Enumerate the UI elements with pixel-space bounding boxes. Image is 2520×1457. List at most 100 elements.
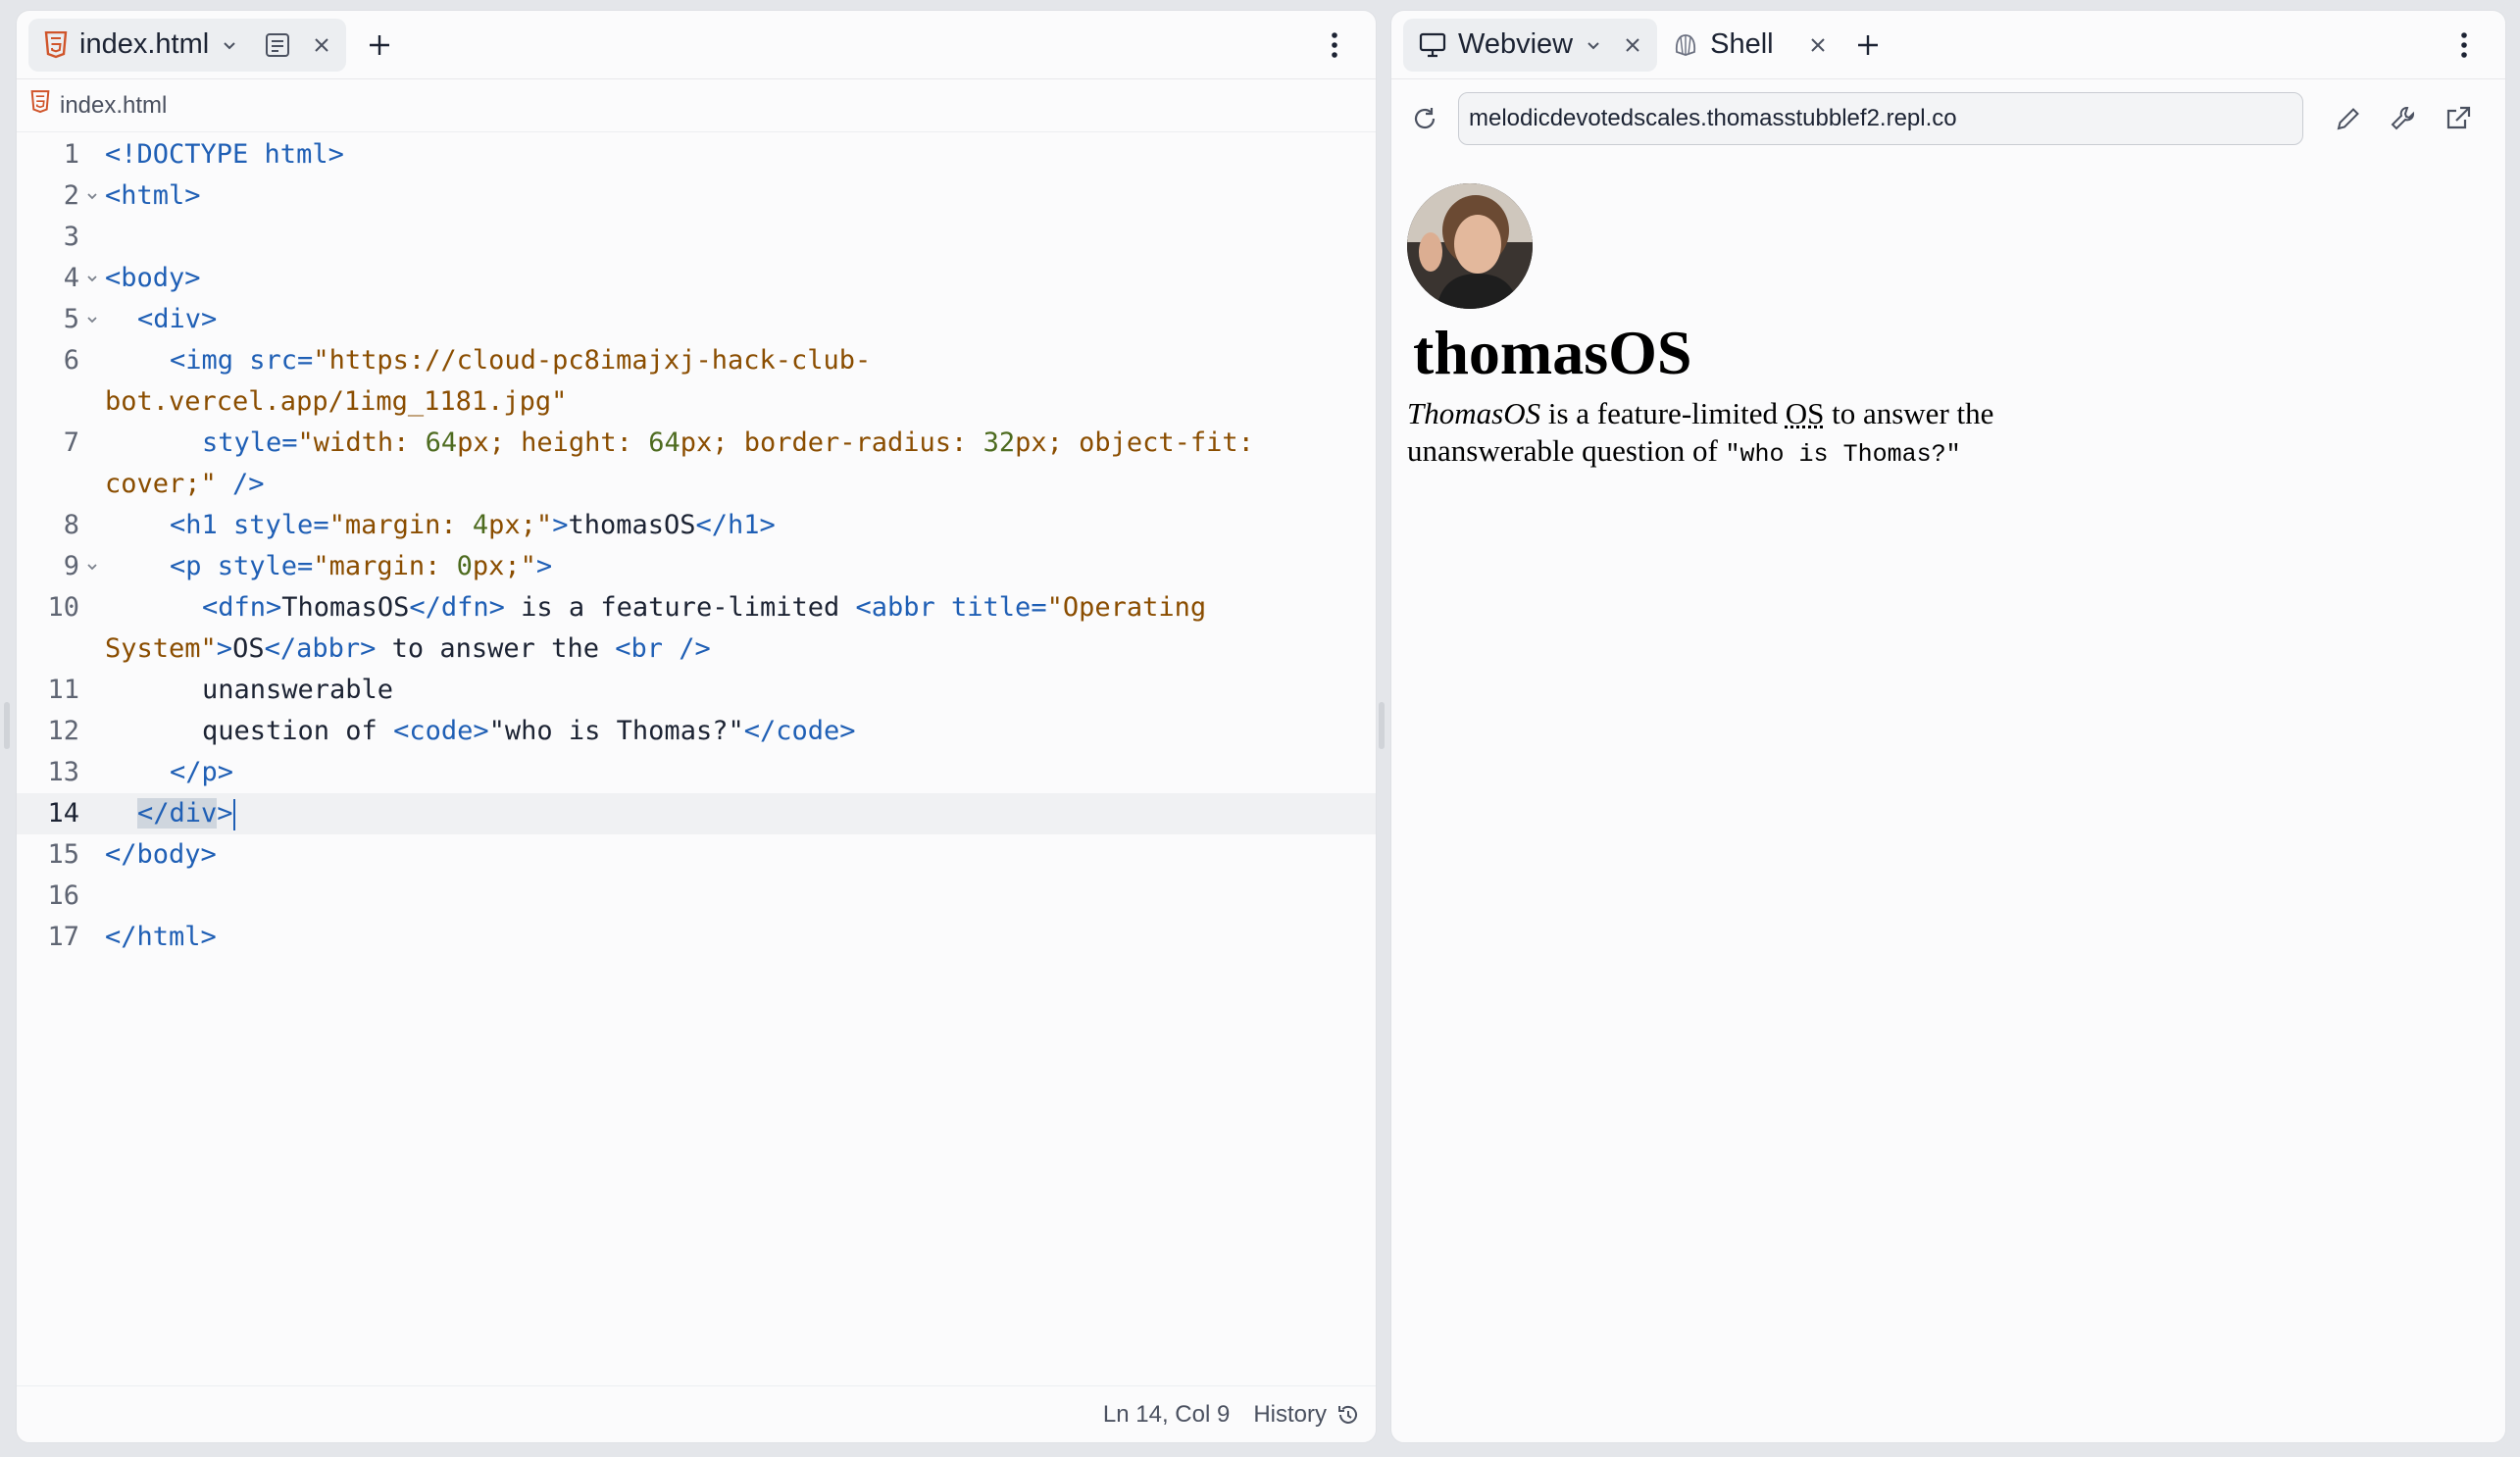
code-token: unanswerable	[202, 675, 394, 705]
line-number: 15	[47, 839, 79, 870]
webview-pane: Webview Shell melodicdevotedscales.thoma…	[1390, 10, 2506, 1443]
code-token: ; object-fit:	[1046, 427, 1254, 458]
tab-label: index.html	[79, 28, 210, 60]
code-token: bot.vercel.app/1img_1181.jpg"	[105, 386, 568, 417]
code-token: ;"	[520, 510, 553, 540]
fold-chevron-icon[interactable]	[85, 546, 99, 587]
code-token: 32	[983, 427, 1016, 458]
history-button[interactable]: History	[1253, 1401, 1360, 1429]
line-number: 1	[63, 139, 79, 170]
code-token: question of	[202, 716, 394, 746]
code-line: <html>	[105, 176, 1356, 217]
breadcrumb[interactable]: index.html	[17, 79, 1376, 132]
code-line: <body>	[105, 258, 1356, 299]
tab-index-html[interactable]: index.html	[28, 18, 347, 72]
code-line: <!DOCTYPE html>	[105, 134, 1356, 176]
pencil-icon[interactable]	[2329, 99, 2368, 138]
code-token: <br />	[615, 633, 711, 664]
tab-label: Webview	[1458, 28, 1574, 60]
code-token: </p>	[170, 757, 234, 787]
code-line: style="width: 64px; height: 64px; border…	[105, 423, 1356, 464]
site-title: thomasOS	[1413, 318, 1692, 387]
chevron-down-icon[interactable]	[1585, 36, 1602, 54]
code-line-wrap: bot.vercel.app/1img_1181.jpg"	[105, 381, 1356, 423]
close-icon[interactable]	[1809, 36, 1827, 54]
code-token: <html>	[105, 180, 201, 211]
code-token: <body>	[105, 263, 201, 293]
code-token: <h1	[170, 510, 218, 540]
more-vertical-icon[interactable]	[2444, 25, 2484, 65]
code-token: to answer the	[376, 633, 616, 664]
code-token: >	[217, 798, 233, 829]
code-line-wrap: cover;" />	[105, 464, 1356, 505]
tab-label: Shell	[1710, 28, 1774, 60]
fold-chevron-icon[interactable]	[85, 299, 99, 340]
code-token: System"	[105, 633, 217, 664]
line-number: 17	[47, 922, 79, 952]
history-icon	[1336, 1403, 1360, 1427]
code-token: >	[216, 633, 233, 664]
code-token: px	[680, 427, 713, 458]
code-token: style=	[217, 510, 329, 540]
more-vertical-icon[interactable]	[1315, 25, 1354, 65]
code-token: cover;"	[105, 469, 217, 499]
chevron-down-icon[interactable]	[221, 36, 238, 54]
code-line: </html>	[105, 917, 1356, 958]
code-token: </html>	[105, 922, 217, 952]
fold-chevron-icon[interactable]	[85, 176, 99, 217]
code-token: is a feature-limited	[504, 592, 856, 623]
shell-icon	[1673, 32, 1698, 58]
code-token: <abbr	[855, 592, 935, 623]
add-tab-icon[interactable]	[1848, 25, 1888, 65]
webview-tabbar: Webview Shell	[1391, 11, 2505, 79]
site-text: is a feature-limited	[1540, 396, 1786, 430]
tab-shell[interactable]: Shell	[1657, 19, 1842, 72]
code-token: <div>	[137, 304, 218, 334]
code-token: >	[535, 551, 553, 581]
avatar	[1407, 183, 1533, 309]
external-link-icon[interactable]	[2439, 99, 2478, 138]
left-resize-handle[interactable]	[4, 702, 10, 749]
site-dfn: ThomasOS	[1407, 396, 1541, 430]
line-number: 13	[47, 757, 79, 787]
code-line: </p>	[105, 752, 1356, 793]
code-token: px	[1015, 427, 1047, 458]
add-tab-icon[interactable]	[360, 25, 399, 65]
code-token: px	[472, 551, 505, 581]
close-icon[interactable]	[1624, 36, 1641, 54]
webview-urlbar	[1391, 79, 2505, 158]
site-text: unanswerable question of	[1407, 433, 1726, 468]
code-token: <dfn>	[202, 592, 282, 623]
code-token: ; border-radius:	[712, 427, 983, 458]
tab-webview[interactable]: Webview	[1403, 18, 1658, 72]
wrench-icon[interactable]	[2384, 99, 2423, 138]
code-token: />	[216, 469, 265, 499]
document-outline-icon[interactable]	[264, 31, 291, 59]
cursor-position[interactable]: Ln 14, Col 9	[1103, 1401, 1230, 1429]
code-token: 64	[425, 427, 458, 458]
line-number: 4	[63, 263, 79, 293]
code-token: <!DOCTYPE html>	[105, 139, 344, 170]
text-caret	[232, 798, 235, 830]
monitor-icon	[1419, 32, 1446, 58]
site-abbr: OS	[1785, 396, 1825, 430]
fold-chevron-icon[interactable]	[85, 258, 99, 299]
code-token: px	[488, 510, 521, 540]
code-editor[interactable]: 1 2 3 4 5 6 7 8 9 10 11 12 13 14 15 16 1…	[17, 134, 1376, 1385]
code-token: </body>	[105, 839, 217, 870]
pane-resize-handle[interactable]	[1379, 702, 1385, 749]
code-token: ThomasOS	[281, 592, 410, 623]
code-token: px	[457, 427, 489, 458]
code-token: style=	[201, 551, 314, 581]
history-label: History	[1253, 1400, 1327, 1428]
url-input[interactable]	[1458, 92, 2303, 145]
reload-icon[interactable]	[1405, 99, 1444, 138]
code-token: </h1>	[695, 510, 776, 540]
breadcrumb-file[interactable]: index.html	[60, 92, 167, 120]
code-token: "margin:	[328, 510, 473, 540]
close-icon[interactable]	[313, 36, 330, 54]
code-token: style=	[202, 427, 298, 458]
code-token: >	[552, 510, 569, 540]
site-text: to answer the	[1824, 396, 1994, 430]
html5-icon	[44, 30, 68, 59]
